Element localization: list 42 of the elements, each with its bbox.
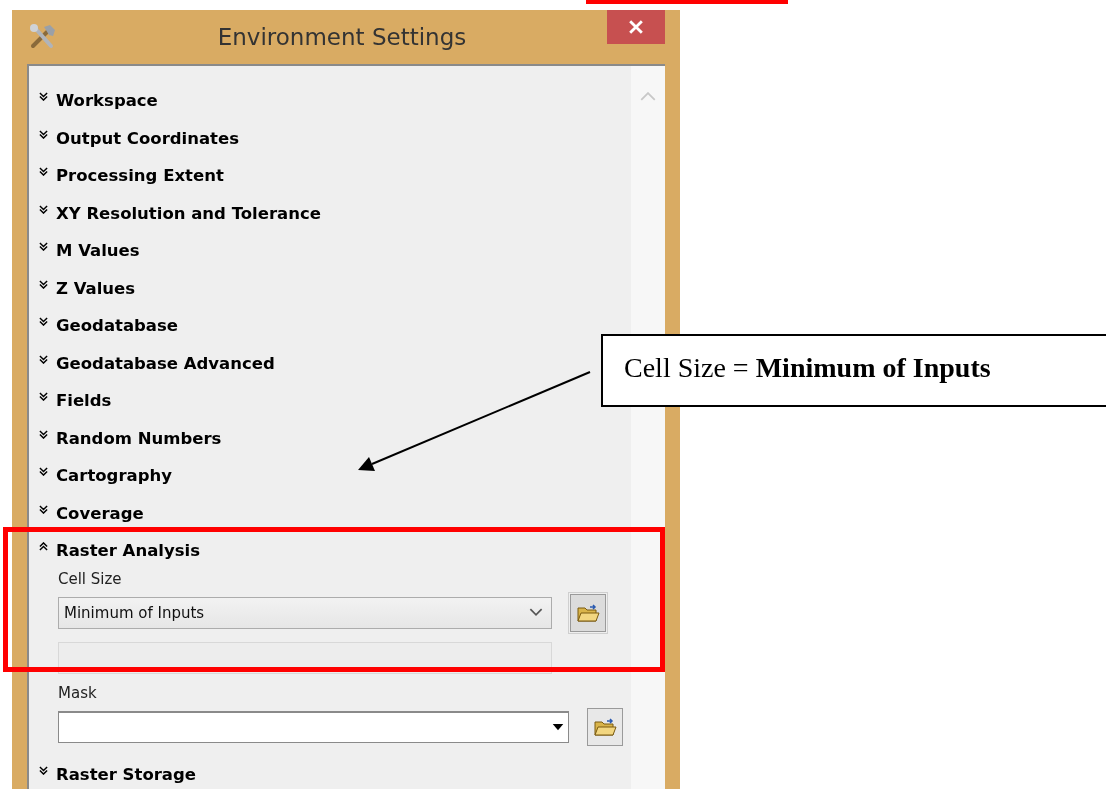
section-header[interactable]: Raster Analysis [56,541,200,561]
chevron-icon[interactable] [39,242,48,252]
chevron-down-icon [529,608,543,617]
chevron-icon[interactable] [39,317,48,327]
chevron-icon[interactable] [39,392,48,402]
section-header[interactable]: Cartography [56,466,172,486]
section-header[interactable]: Raster Storage [56,764,196,784]
section-header[interactable]: Fields [56,391,112,411]
chevron-icon[interactable] [39,467,48,477]
section-header[interactable]: XY Resolution and Tolerance [56,203,321,223]
section-header[interactable]: Random Numbers [56,428,222,448]
chevron-icon[interactable] [39,129,48,139]
browse-button[interactable] [570,593,606,632]
section-header[interactable]: Workspace [56,91,158,111]
section-header[interactable]: Geodatabase [56,316,178,336]
chevron-icon[interactable] [39,354,48,364]
field-label: Mask [58,683,98,702]
dropdown-field[interactable]: Minimum of Inputs [58,596,552,629]
chevron-icon[interactable] [39,167,48,177]
chevron-icon[interactable] [39,204,48,214]
folder-icon [593,716,617,737]
browse-button[interactable] [587,707,623,746]
dropdown-field[interactable] [58,710,569,743]
callout-text: Cell Size = Minimum of Inputs [624,352,991,383]
dropdown-arrow-icon [552,723,564,731]
chevron-icon[interactable] [39,429,48,439]
section-header[interactable]: Output Coordinates [56,128,239,148]
chevron-icon[interactable] [39,765,48,775]
chevron-icon[interactable] [39,504,48,514]
section-header[interactable]: Z Values [56,278,136,298]
chevron-icon[interactable] [39,92,48,102]
window-title: Environment Settings [216,24,468,50]
chevron-icon[interactable] [39,279,48,289]
folder-icon [576,602,600,623]
chevron-icon[interactable] [39,542,48,552]
field-label: Cell Size [58,569,123,588]
section-header[interactable]: M Values [56,241,140,261]
section-header[interactable]: Coverage [56,503,144,523]
close-button[interactable] [607,10,665,44]
close-icon [629,20,643,34]
section-header[interactable]: Geodatabase Advanced [56,353,275,373]
section-header[interactable]: Processing Extent [56,166,224,186]
